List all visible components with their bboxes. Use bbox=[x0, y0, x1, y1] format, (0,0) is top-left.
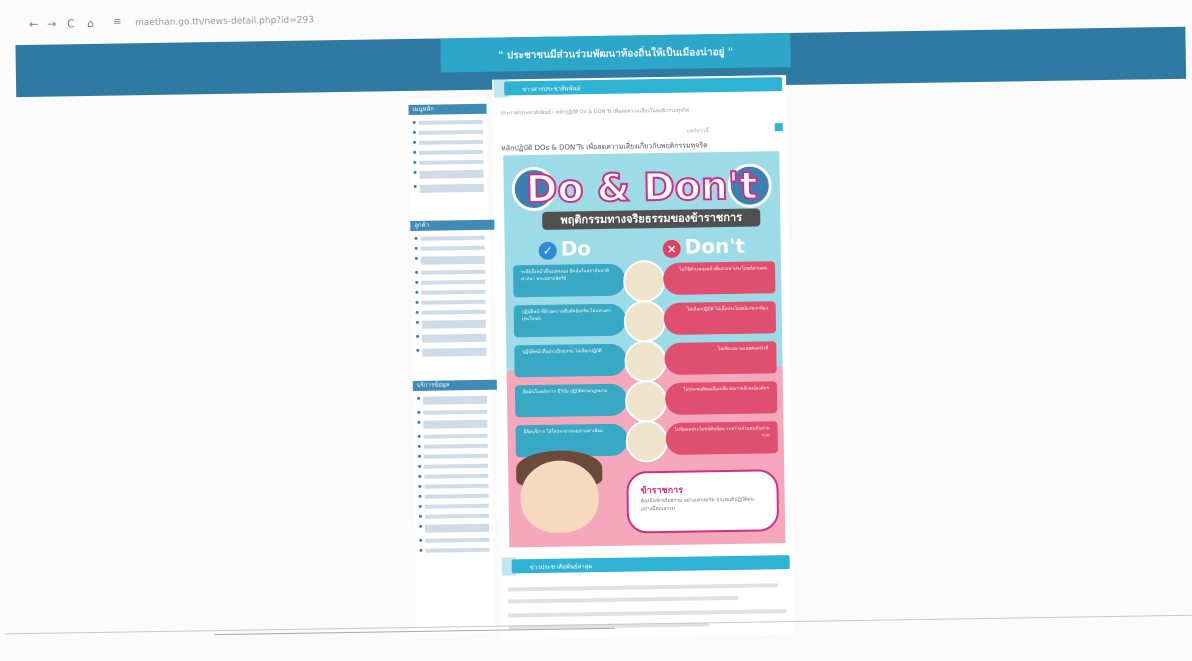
poster-title: Do & Don't bbox=[525, 163, 759, 213]
sidebar-link[interactable] bbox=[419, 149, 484, 155]
news-text-line bbox=[508, 595, 739, 604]
banner-text: " ประชาชนมีส่วนร่วมพัฒนาท้องถิ่นให้เป็นเ… bbox=[498, 46, 734, 62]
do-row: ปฏิบัติหน้าที่อย่างเป็นธรรม ไม่เลือกปฏิบ… bbox=[514, 343, 627, 378]
reload-icon[interactable]: C bbox=[67, 17, 75, 30]
tab-label: ข่าวสารประชาสัมพันธ์ bbox=[522, 85, 581, 94]
dont-row: ไม่ใช้ตำแหน่งหน้าที่แสวงหาประโยชน์ส่วนตน bbox=[662, 261, 776, 295]
sidebar-link[interactable] bbox=[423, 443, 488, 449]
sidebar-link[interactable] bbox=[421, 319, 486, 329]
address-bar[interactable]: maethan.go.th/news-detail.php?id=293 bbox=[135, 15, 314, 28]
buddha-icon bbox=[624, 339, 667, 383]
sidebar-link[interactable] bbox=[423, 453, 488, 459]
cartoon-official bbox=[520, 460, 600, 534]
sidebar-link[interactable] bbox=[421, 299, 486, 305]
news-text-line bbox=[508, 609, 787, 618]
sidebar-link[interactable] bbox=[420, 235, 485, 241]
dont-heading: × Don't bbox=[662, 233, 746, 259]
sidebar-link[interactable] bbox=[419, 169, 484, 179]
dont-row: ไม่ขัดผลประโยชน์ทับซ้อน ระหว่างส่วนตนกับ… bbox=[665, 421, 778, 455]
do-row: ปฏิบัติหน้าที่ด้วยความซื่อสัตย์สุจริต ไม… bbox=[513, 303, 627, 338]
do-heading: ✓ Do bbox=[538, 236, 592, 261]
main-content: ข่าวสารประชาสัมพันธ์ ประกาศ/ประชาสัมพันธ… bbox=[492, 75, 795, 640]
person-icon bbox=[623, 299, 667, 343]
sidebar-link[interactable] bbox=[423, 433, 488, 439]
do-dont-poster: Do & Don't พฤติกรรมทางจริยธรรมของข้าราชก… bbox=[503, 151, 786, 548]
section-label: ข่าวประชาสัมพันธ์ล่าสุด bbox=[529, 563, 593, 572]
sidebar-link[interactable] bbox=[421, 289, 486, 295]
sidebar-link[interactable] bbox=[421, 309, 486, 315]
do-row: ยึดมั่นในหลักการ มีวินัย ปฏิบัติตามกฎหมา… bbox=[514, 383, 628, 418]
sidebar-link[interactable] bbox=[424, 513, 489, 519]
home-icon[interactable]: ⌂ bbox=[87, 17, 94, 30]
share-icon[interactable] bbox=[774, 123, 783, 132]
sidebar-link[interactable] bbox=[424, 493, 489, 499]
sidebar-link[interactable] bbox=[425, 523, 490, 533]
check-icon: ✓ bbox=[538, 241, 557, 260]
sidebar-link[interactable] bbox=[421, 269, 486, 275]
sidebar-link[interactable] bbox=[423, 395, 488, 405]
sidebar-link[interactable] bbox=[419, 183, 484, 193]
thai-flag-icon bbox=[622, 259, 666, 303]
sidebar-link[interactable] bbox=[424, 503, 489, 509]
sidebar-heading-customer: ลูกค้า bbox=[410, 219, 499, 231]
bubble-text: ต้องมีหลักจริยธรรม อย่างเคร่งครัด ประพฤต… bbox=[640, 496, 754, 513]
site-info-icon[interactable]: ≡ bbox=[113, 16, 122, 27]
sidebar-link[interactable] bbox=[424, 463, 489, 469]
do-label: Do bbox=[560, 236, 592, 261]
sidebar-link[interactable] bbox=[424, 473, 489, 479]
news-tab-bar: ข่าวสารประชาสัมพันธ์ bbox=[492, 75, 786, 98]
speech-bubble: ข้าราชการ ต้องมีหลักจริยธรรม อย่างเคร่งค… bbox=[626, 469, 780, 534]
dont-label: Don't bbox=[684, 233, 746, 259]
cross-icon: × bbox=[662, 239, 681, 258]
sidebar-link[interactable] bbox=[425, 537, 490, 543]
dont-row: ไม่เลือกปฏิบัติ ไม่เอื้อประโยชน์แก่พวกพ้… bbox=[663, 301, 777, 335]
sidebar-link[interactable] bbox=[421, 279, 486, 285]
sidebar-link[interactable] bbox=[419, 139, 484, 145]
sidebar-heading-main: เมนูหลัก bbox=[408, 103, 487, 115]
official-icon bbox=[625, 419, 669, 463]
poster-subtitle: พฤติกรรมทางจริยธรรมของข้าราชการ bbox=[542, 208, 761, 230]
sidebar-link[interactable] bbox=[425, 547, 490, 553]
share-text: แชร์ข่าวนี้ bbox=[686, 128, 709, 135]
dont-row: ไม่ประพฤติตนเสื่อมเสีย ต่อภาพลักษณ์องค์ก… bbox=[664, 381, 778, 415]
left-sidebar: เมนูหลัก ลูกค้า บริการข้อมูล bbox=[408, 97, 501, 634]
sidebar-link[interactable] bbox=[422, 333, 487, 343]
sidebar-link[interactable] bbox=[418, 119, 483, 125]
forward-icon[interactable]: → bbox=[47, 18, 56, 31]
sidebar-link[interactable] bbox=[423, 409, 488, 415]
sidebar-link[interactable] bbox=[420, 255, 485, 265]
sidebar-link[interactable] bbox=[418, 129, 483, 135]
sidebar-link[interactable] bbox=[419, 159, 484, 165]
dont-row: ไม่เพิกเฉย ละเลยต่อหน้าที่ bbox=[664, 341, 777, 375]
sidebar-link[interactable] bbox=[422, 347, 487, 357]
sidebar-link[interactable] bbox=[424, 483, 489, 489]
sidebar-link[interactable] bbox=[423, 419, 488, 429]
sidebar-heading-services: บริการข้อมูล bbox=[412, 379, 501, 391]
breadcrumb[interactable]: ประกาศ/ประชาสัมพันธ์ › หลักปฏิบัติ Do & … bbox=[501, 107, 690, 118]
sidebar-link[interactable] bbox=[420, 245, 485, 251]
do-row: ระลึกถึงหน้าที่ของตนเอง ยึดมั่นในสถาบันช… bbox=[512, 263, 626, 298]
latest-news-bar: ข่าวประชาสัมพันธ์ล่าสุด bbox=[500, 553, 794, 576]
back-icon[interactable]: ← bbox=[29, 18, 38, 31]
temple-icon bbox=[624, 379, 668, 423]
news-text-line bbox=[508, 583, 779, 592]
site-banner: " ประชาชนมีส่วนร่วมพัฒนาท้องถิ่นให้เป็นเ… bbox=[440, 32, 791, 73]
bubble-title: ข้าราชการ bbox=[640, 485, 684, 497]
